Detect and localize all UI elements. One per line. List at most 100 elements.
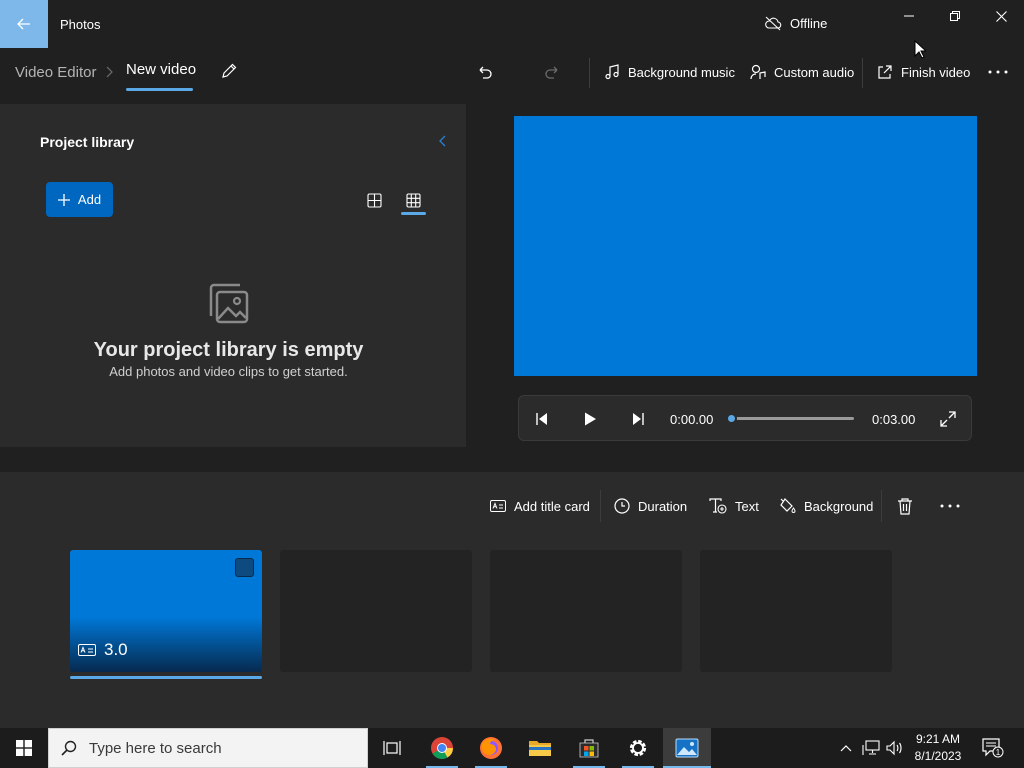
arrow-left-icon	[17, 18, 30, 30]
seek-thumb[interactable]	[726, 413, 737, 424]
taskbar-search-box[interactable]: Type here to search	[48, 728, 368, 768]
restore-icon	[950, 11, 960, 21]
custom-audio-icon	[750, 64, 766, 80]
project-title[interactable]: New video	[126, 61, 196, 78]
large-grid-view-button[interactable]	[364, 190, 384, 210]
project-library-panel: Project library Add Your project library…	[0, 104, 466, 447]
close-icon	[995, 10, 1007, 22]
fullscreen-button[interactable]	[937, 408, 959, 430]
finish-video-label: Finish video	[901, 64, 971, 80]
next-frame-button[interactable]	[627, 408, 649, 430]
seek-bar[interactable]	[731, 417, 854, 420]
divider	[600, 490, 601, 522]
background-music-button[interactable]: Background music	[604, 60, 735, 84]
storyboard-panel: Add title card Duration Text Background	[0, 472, 1024, 728]
clock-time: 9:21 AM	[915, 732, 961, 746]
breadcrumb-video-editor[interactable]: Video Editor	[15, 64, 96, 81]
cloud-offline-icon	[765, 16, 782, 31]
taskbar-photos[interactable]	[663, 728, 711, 768]
title-card-icon	[78, 644, 96, 656]
trash-icon	[898, 497, 912, 515]
pencil-icon	[222, 63, 237, 78]
more-icon	[940, 504, 960, 508]
total-time: 0:03.00	[872, 412, 916, 427]
network-status-button[interactable]	[860, 728, 882, 768]
taskbar-chrome[interactable]	[418, 728, 466, 768]
divider	[589, 58, 590, 88]
background-label: Background	[804, 498, 874, 514]
redo-button[interactable]	[542, 60, 562, 84]
video-preview[interactable]	[514, 116, 977, 376]
delete-button[interactable]	[897, 495, 913, 517]
close-button[interactable]	[978, 0, 1024, 32]
taskbar-firefox[interactable]	[467, 728, 515, 768]
card-info: 3.0	[78, 640, 128, 660]
text-label: Text	[735, 498, 759, 514]
grid-small-icon	[405, 192, 421, 208]
paint-bucket-icon	[780, 498, 796, 513]
windows-logo-icon	[16, 740, 32, 756]
custom-audio-button[interactable]: Custom audio	[750, 60, 854, 84]
divider	[881, 490, 882, 522]
play-button[interactable]	[579, 408, 601, 430]
more-icon	[988, 70, 1008, 74]
music-note-icon	[605, 64, 619, 80]
background-music-label: Background music	[628, 64, 735, 80]
folder-icon	[529, 741, 551, 756]
offline-label: Offline	[790, 15, 828, 31]
share-export-icon	[878, 65, 892, 79]
empty-library-subtitle: Add photos and video clips to get starte…	[109, 364, 348, 379]
storyboard-more-button[interactable]	[940, 495, 960, 517]
taskbar-settings[interactable]	[614, 728, 662, 768]
task-view-icon	[383, 741, 401, 755]
current-time: 0:00.00	[670, 412, 714, 427]
app-title: Photos	[60, 17, 101, 32]
card-select-checkbox[interactable]	[235, 558, 254, 577]
more-options-button[interactable]	[988, 60, 1008, 84]
finish-video-button[interactable]: Finish video	[877, 60, 970, 84]
volume-button[interactable]	[884, 728, 906, 768]
grid-large-icon	[366, 192, 382, 208]
action-center-button[interactable]: 1	[978, 728, 1008, 768]
add-title-card-button[interactable]: Add title card	[490, 495, 590, 517]
small-grid-view-button[interactable]	[403, 190, 423, 210]
duration-label: Duration	[638, 498, 688, 514]
expand-icon	[940, 411, 956, 427]
storyboard-card-title[interactable]: 3.0	[70, 550, 262, 672]
view-selected-indicator	[401, 212, 426, 215]
chevron-up-icon	[840, 745, 852, 752]
speaker-icon	[886, 740, 902, 756]
taskbar-microsoft-store[interactable]	[565, 728, 613, 768]
photo-gallery-icon	[209, 283, 249, 324]
back-button[interactable]	[0, 0, 48, 48]
offline-indicator[interactable]: Offline	[764, 15, 827, 31]
add-label: Add	[77, 192, 102, 207]
play-icon	[585, 412, 596, 426]
empty-library-title: Your project library is empty	[93, 339, 364, 361]
redo-icon	[545, 66, 558, 79]
add-media-button[interactable]: Add	[46, 182, 113, 217]
task-view-button[interactable]	[368, 728, 416, 768]
undo-button[interactable]	[475, 60, 495, 84]
duration-button[interactable]: Duration	[614, 495, 687, 517]
title-card-icon	[490, 500, 506, 512]
restore-button[interactable]	[932, 0, 978, 32]
chevron-right-icon	[106, 66, 113, 78]
taskbar-file-explorer[interactable]	[516, 728, 564, 768]
card-selected-indicator	[70, 676, 262, 679]
mouse-cursor-icon	[914, 40, 926, 59]
text-button[interactable]: Text	[709, 495, 759, 517]
store-icon	[579, 739, 599, 758]
start-button[interactable]	[0, 728, 48, 768]
previous-frame-button[interactable]	[531, 408, 553, 430]
rename-button[interactable]	[218, 60, 240, 82]
taskbar-clock[interactable]: 9:21 AM 8/1/2023	[908, 731, 968, 765]
photos-icon	[675, 738, 699, 758]
background-button[interactable]: Background	[779, 495, 873, 517]
plus-icon	[57, 193, 70, 206]
minimize-button[interactable]	[886, 0, 932, 32]
collapse-chevron-icon[interactable]	[438, 134, 448, 148]
project-library-title: Project library	[40, 134, 135, 150]
card-duration: 3.0	[104, 640, 128, 659]
show-hidden-icons-button[interactable]	[837, 728, 855, 768]
